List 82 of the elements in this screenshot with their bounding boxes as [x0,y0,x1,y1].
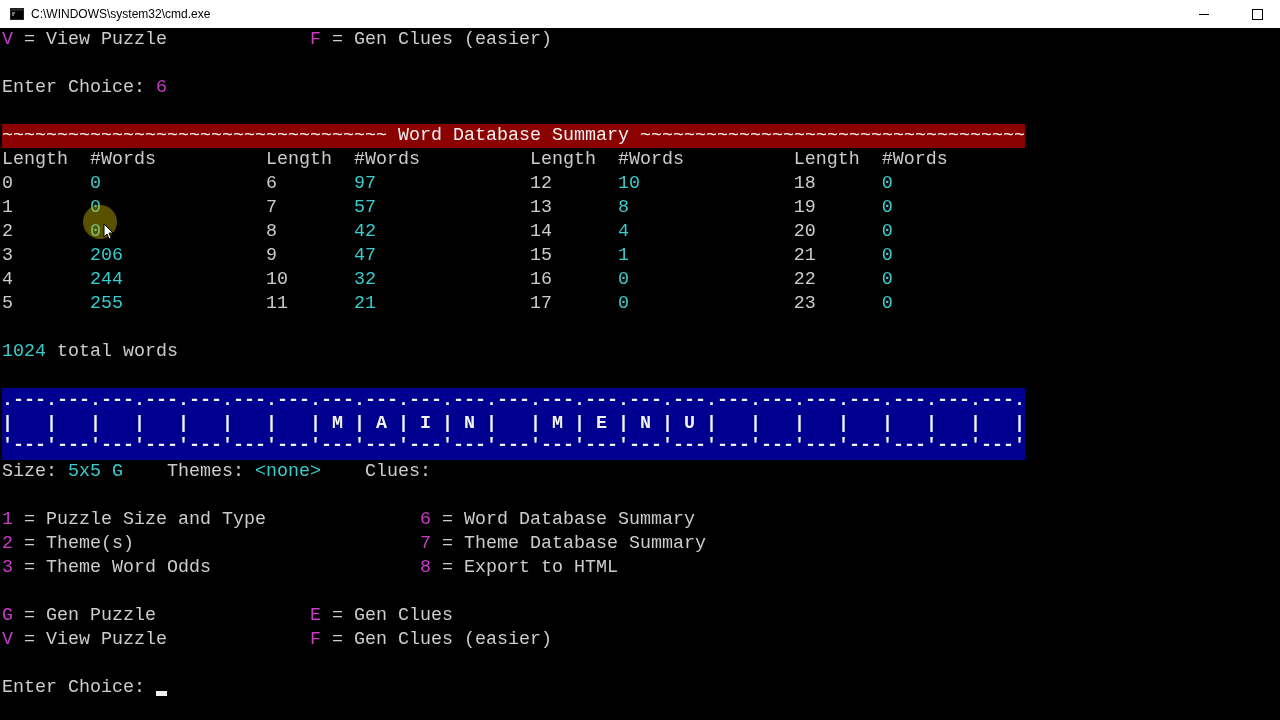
menu-option: F = Gen Clues (easier) [309,28,552,52]
themes-label: Themes: [167,460,244,485]
themes-value: <none> [255,460,321,485]
menu-option: 6 = Word Database Summary [419,508,695,533]
clues-label: Clues: [365,460,431,485]
total-words: 1024 total words [2,340,178,364]
count-cell: 0 [881,245,893,266]
column-header: #Words [90,149,156,170]
console-icon [10,8,24,20]
count-cell: 0 [90,221,101,242]
size-label: Size: [2,460,57,485]
count-cell: 0 [881,293,893,314]
column-header: #Words [881,149,948,170]
count-cell: 0 [617,293,629,314]
menu-option: V = View Puzzle [2,629,167,651]
length-cell: 4 [2,269,13,290]
menu-option: F = Gen Clues (easier) [309,628,552,653]
count-cell: 4 [617,221,629,242]
length-cell: 22 [793,269,816,290]
length-cell: 23 [793,293,816,314]
count-cell: 206 [90,245,123,266]
menu-banner: .---.---.---.---.---.---.---.---.---.---.---.---.---.---.---.---.---.---.---.---.---.---.---. | | | | | | | | M | A | I | N | | M | E | N | U | | | | | | | | '---'---'---'---'---'---'---'---'---'---'---'---'---'---'---'---'---'---'---'---'---'---'---' [2,388,1025,461]
column-header: #Words [353,149,420,170]
count-cell: 47 [353,245,376,266]
length-cell: 3 [2,245,13,266]
count-cell: 255 [90,293,123,314]
column-header: Length [265,149,332,170]
window-title: C:\WINDOWS\system32\cmd.exe [31,7,212,21]
column-header: Length [2,149,68,170]
length-cell: 8 [265,221,277,242]
section-banner: ~~~~~~~~~~~~~~~~~~~~~~~~~~~~~~~~~~~ Word Database Summary ~~~~~~~~~~~~~~~~~~~~~~~~~~~~~~~~~~~ [2,124,1025,148]
menu-option: 3 = Theme Word Odds [2,557,211,579]
length-cell: 6 [265,173,277,194]
count-cell: 0 [881,221,893,242]
text-cursor [155,691,167,697]
length-cell: 12 [529,173,552,194]
length-cell: 9 [265,245,277,266]
count-cell: 10 [617,173,640,194]
length-cell: 17 [529,293,552,314]
count-cell: 32 [353,269,376,290]
length-cell: 13 [529,197,552,218]
length-cell: 15 [529,245,552,266]
mouse-pointer-icon [80,202,120,242]
length-cell: 14 [529,221,552,242]
column-header: #Words [617,149,684,170]
length-cell: 19 [793,197,816,218]
column-header: Length [529,149,596,170]
maximize-icon [1251,8,1263,20]
count-cell: 0 [881,173,893,194]
prompt-text: Enter Choice: [2,676,145,701]
count-cell: 8 [617,197,629,218]
menu-option: 2 = Theme(s) [2,533,134,555]
menu-option: V = View Puzzle [2,29,167,50]
count-cell: 42 [353,221,376,242]
length-cell: 2 [2,221,13,242]
length-cell: 1 [2,197,13,218]
menu-option: 7 = Theme Database Summary [419,532,706,557]
menu-option: E = Gen Clues [309,604,453,629]
length-cell: 18 [793,173,816,194]
count-cell: 21 [353,293,376,314]
count-cell: 0 [617,269,629,290]
count-cell: 97 [353,173,376,194]
menu-option: G = Gen Puzzle [2,605,156,627]
menu-option: 8 = Export to HTML [419,556,618,581]
length-cell: 7 [265,197,277,218]
count-cell: 57 [353,197,376,218]
length-cell: 11 [265,293,288,314]
length-cell: 21 [793,245,816,266]
prompt-text: Enter Choice: 6 [2,76,167,100]
menu-option: 1 = Puzzle Size and Type [2,509,266,531]
count-cell: 0 [881,269,893,290]
length-cell: 20 [793,221,816,242]
length-cell: 5 [2,293,13,314]
column-header: Length [793,149,860,170]
size-value: 5x5 G [68,460,123,485]
count-cell: 244 [90,269,123,290]
count-cell: 1 [617,245,629,266]
length-cell: 10 [265,269,288,290]
count-cell: 0 [90,173,101,194]
length-cell: 16 [529,269,552,290]
count-cell: 0 [881,197,893,218]
length-cell: 0 [2,173,13,194]
